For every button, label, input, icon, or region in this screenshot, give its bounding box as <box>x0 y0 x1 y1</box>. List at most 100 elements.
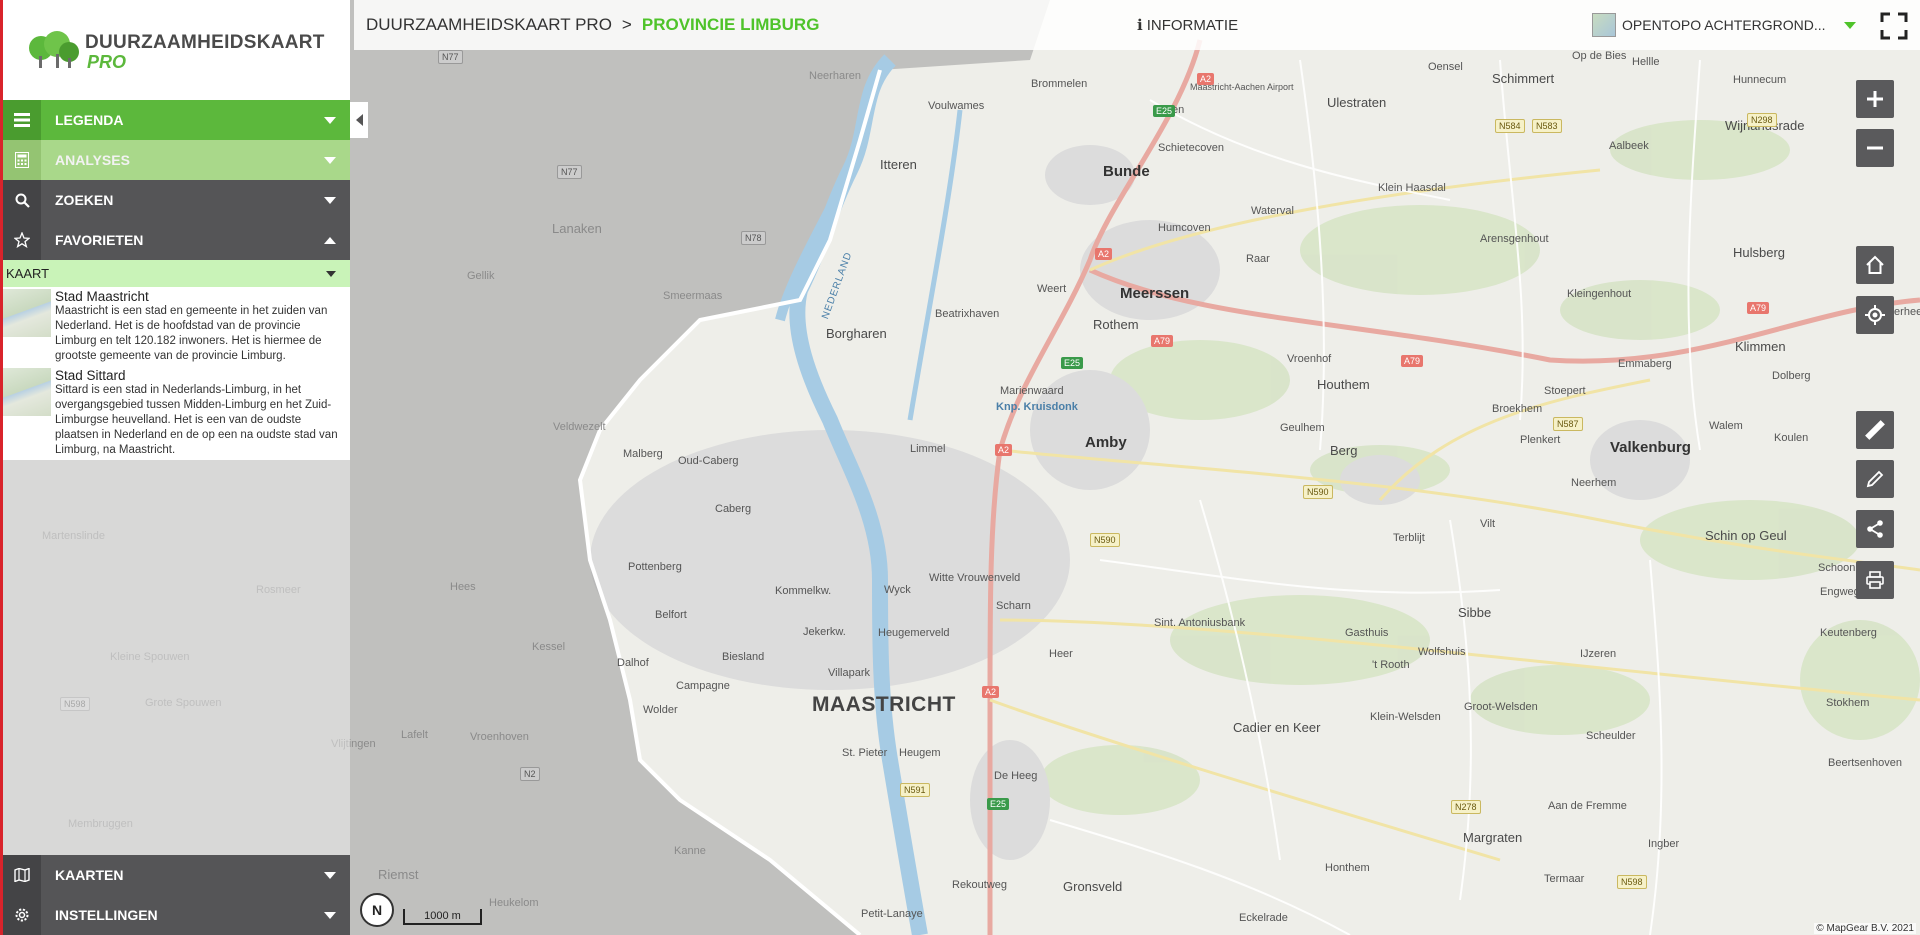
road-badge: A79 <box>1401 355 1424 367</box>
road-badge: A2 <box>1197 73 1215 85</box>
breadcrumb-current[interactable]: PROVINCIE LIMBURG <box>642 15 820 34</box>
search-icon <box>3 180 41 220</box>
chevron-down-icon <box>1843 21 1856 29</box>
chevron-left-icon <box>355 114 363 126</box>
panel-instellingen[interactable]: INSTELLINGEN <box>3 895 350 935</box>
favorite-description: Sittard is een stad in Nederlands-Limbur… <box>55 384 338 456</box>
share-button[interactable] <box>1856 510 1894 548</box>
panel-kaarten-label: KAARTEN <box>55 867 124 883</box>
top-bar: DUURZAAMHEIDSKAART PRO > PROVINCIE LIMBURG… <box>354 0 1920 50</box>
ruler-icon <box>1865 420 1885 440</box>
logo[interactable]: DUURZAAMHEIDSKAART PRO <box>3 0 350 100</box>
pencil-icon <box>1866 470 1884 488</box>
favorite-description: Maastricht is een stad en gemeente in he… <box>55 305 328 362</box>
scale-bar: 1000 m <box>403 909 482 925</box>
panel-legenda-label: LEGENDA <box>55 112 124 128</box>
panel-favorieten[interactable]: FAVORIETEN <box>3 220 350 260</box>
road-badge: N598 <box>1617 875 1647 889</box>
panel-zoeken-label: ZOEKEN <box>55 192 114 208</box>
favorite-item[interactable]: Stad Sittard Sittard is een stad in Nede… <box>3 366 350 460</box>
favorite-thumbnail <box>3 289 51 337</box>
north-arrow: N <box>360 893 394 927</box>
road-badge: N278 <box>1451 800 1481 814</box>
favorites-category-label: KAART <box>6 266 50 281</box>
background-thumbnail <box>1592 13 1616 37</box>
background-select-label: OPENTOPO ACHTERGROND... <box>1622 17 1826 33</box>
share-icon <box>1867 520 1883 538</box>
panel-favorieten-label: FAVORIETEN <box>55 232 144 248</box>
panel-instellingen-label: INSTELLINGEN <box>55 907 158 923</box>
road-badge: A2 <box>995 444 1013 456</box>
favorite-title: Stad Sittard <box>55 368 126 383</box>
road-badge: E25 <box>1061 357 1084 369</box>
panel-kaarten[interactable]: KAARTEN <box>3 855 350 895</box>
road-badge: A2 <box>1095 248 1113 260</box>
chevron-down-icon <box>324 911 336 919</box>
gear-icon <box>3 895 41 935</box>
background-select[interactable]: OPENTOPO ACHTERGROND... <box>1592 13 1856 37</box>
sidebar-bottom-panels: KAARTEN INSTELLINGEN <box>3 855 350 935</box>
fullscreen-button[interactable] <box>1880 12 1908 40</box>
favorites-category-select[interactable]: KAART <box>3 260 350 287</box>
road-badge: A79 <box>1747 302 1770 314</box>
favorite-thumbnail <box>3 368 51 416</box>
road-badge: E25 <box>1153 105 1176 117</box>
chevron-down-icon <box>324 156 336 164</box>
locate-button[interactable] <box>1856 296 1894 334</box>
menu-icon <box>3 100 41 140</box>
chevron-down-icon <box>324 116 336 124</box>
print-button[interactable] <box>1856 561 1894 599</box>
panel-analyses[interactable]: ANALYSES <box>3 140 350 180</box>
favorite-title: Stad Maastricht <box>55 289 149 304</box>
print-icon <box>1866 571 1884 589</box>
star-icon <box>3 220 41 260</box>
breadcrumb-separator: > <box>621 15 632 34</box>
road-badge: N77 <box>438 50 463 64</box>
home-button[interactable] <box>1856 246 1894 284</box>
chevron-up-icon <box>324 236 336 244</box>
chevron-down-icon <box>326 270 336 277</box>
tree-logo-icon <box>29 31 79 68</box>
panel-legenda[interactable]: LEGENDA <box>3 100 350 140</box>
favorite-item[interactable]: Stad Maastricht Maastricht is een stad e… <box>3 287 350 366</box>
plus-icon <box>1867 91 1883 107</box>
calculator-icon <box>3 140 41 180</box>
road-badge: N590 <box>1303 485 1333 499</box>
chevron-down-icon <box>324 196 336 204</box>
zoom-out-button[interactable] <box>1856 129 1894 167</box>
info-button[interactable]: ℹ INFORMATIE <box>1137 16 1238 34</box>
logo-subtitle: PRO <box>87 52 127 72</box>
road-badge: N587 <box>1553 417 1583 431</box>
road-badge: N590 <box>1090 533 1120 547</box>
road-badge: A79 <box>1151 335 1174 347</box>
crosshair-icon <box>1865 305 1885 325</box>
road-badge: N584 <box>1495 119 1525 133</box>
sidebar: DUURZAAMHEIDSKAART PRO LEGENDA ANALYSES … <box>0 0 350 935</box>
road-badge: N591 <box>900 783 930 797</box>
home-icon <box>1866 255 1884 274</box>
logo-title: DUURZAAMHEIDSKAART <box>85 32 325 53</box>
map-attribution: © MapGear B.V. 2021 <box>1814 923 1916 934</box>
draw-button[interactable] <box>1856 460 1894 498</box>
measure-button[interactable] <box>1856 411 1894 449</box>
info-label: INFORMATIE <box>1146 17 1239 34</box>
collapse-sidebar-button[interactable] <box>350 102 368 138</box>
map-icon <box>3 855 41 895</box>
minus-icon <box>1867 146 1883 150</box>
breadcrumb-root[interactable]: DUURZAAMHEIDSKAART PRO <box>366 15 612 34</box>
breadcrumb: DUURZAAMHEIDSKAART PRO > PROVINCIE LIMBURG <box>366 15 819 35</box>
north-label: N <box>371 902 383 918</box>
road-badge: N77 <box>557 165 582 179</box>
road-badge: N583 <box>1532 119 1562 133</box>
favorites-panel: KAART Stad Maastricht Maastricht is een … <box>3 260 350 460</box>
zoom-in-button[interactable] <box>1856 80 1894 118</box>
panel-zoeken[interactable]: ZOEKEN <box>3 180 350 220</box>
scale-label: 1000 m <box>424 910 461 922</box>
fullscreen-icon <box>1880 12 1908 40</box>
road-badge: A2 <box>982 686 1000 698</box>
chevron-down-icon <box>324 871 336 879</box>
road-badge: N78 <box>741 231 766 245</box>
panel-analyses-label: ANALYSES <box>55 152 130 168</box>
road-badge: N298 <box>1747 113 1777 127</box>
info-icon: ℹ <box>1137 17 1143 34</box>
